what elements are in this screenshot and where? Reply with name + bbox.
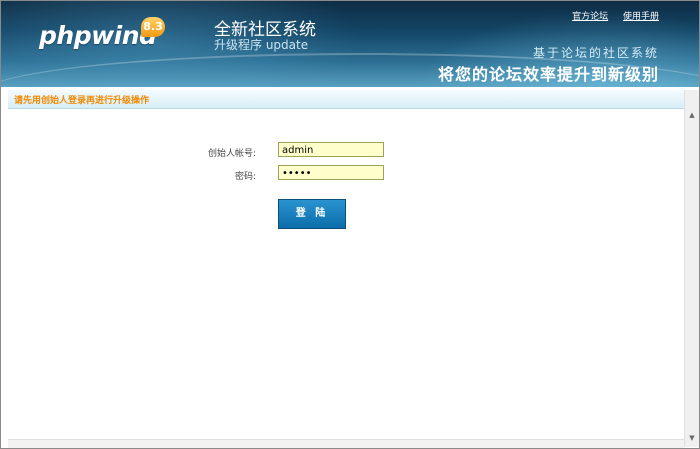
horizontal-scrollbar[interactable] [8,439,684,448]
login-panel: 创始人帐号: admin 密码: ••••• 登 陆 [8,109,681,439]
account-label: 创始人帐号: [207,149,256,159]
official-forum-link[interactable]: 官方论坛 [572,12,608,22]
arrow-up-icon[interactable]: ▲ [685,108,699,122]
vertical-scrollbar[interactable]: ▲ ▼ [684,90,699,447]
account-input[interactable]: admin [278,142,384,157]
password-label: 密码: [234,172,256,182]
arrow-down-icon[interactable]: ▼ [685,431,699,445]
version-badge: 8.3 [141,17,165,37]
login-button[interactable]: 登 陆 [278,199,346,229]
notice-bar: 请先用创始人登录再进行升级操作 [8,90,688,109]
slogan-small: 基于论坛的社区系统 [532,46,659,60]
app-window: phpwind 8.3 全新社区系统 升级程序 update 官方论坛 使用手册… [0,0,700,449]
phpwind-logo: phpwind [39,21,157,50]
page-subtitle: 升级程序 update [214,38,309,52]
notice-text: 请先用创始人登录再进行升级操作 [14,96,150,106]
header-banner: phpwind 8.3 全新社区系统 升级程序 update 官方论坛 使用手册… [1,1,699,87]
password-input[interactable]: ••••• [278,165,384,180]
top-links: 官方论坛 使用手册 [560,9,659,22]
user-manual-link[interactable]: 使用手册 [623,12,659,22]
slogan-big: 将您的论坛效率提升到新级别 [437,65,659,84]
